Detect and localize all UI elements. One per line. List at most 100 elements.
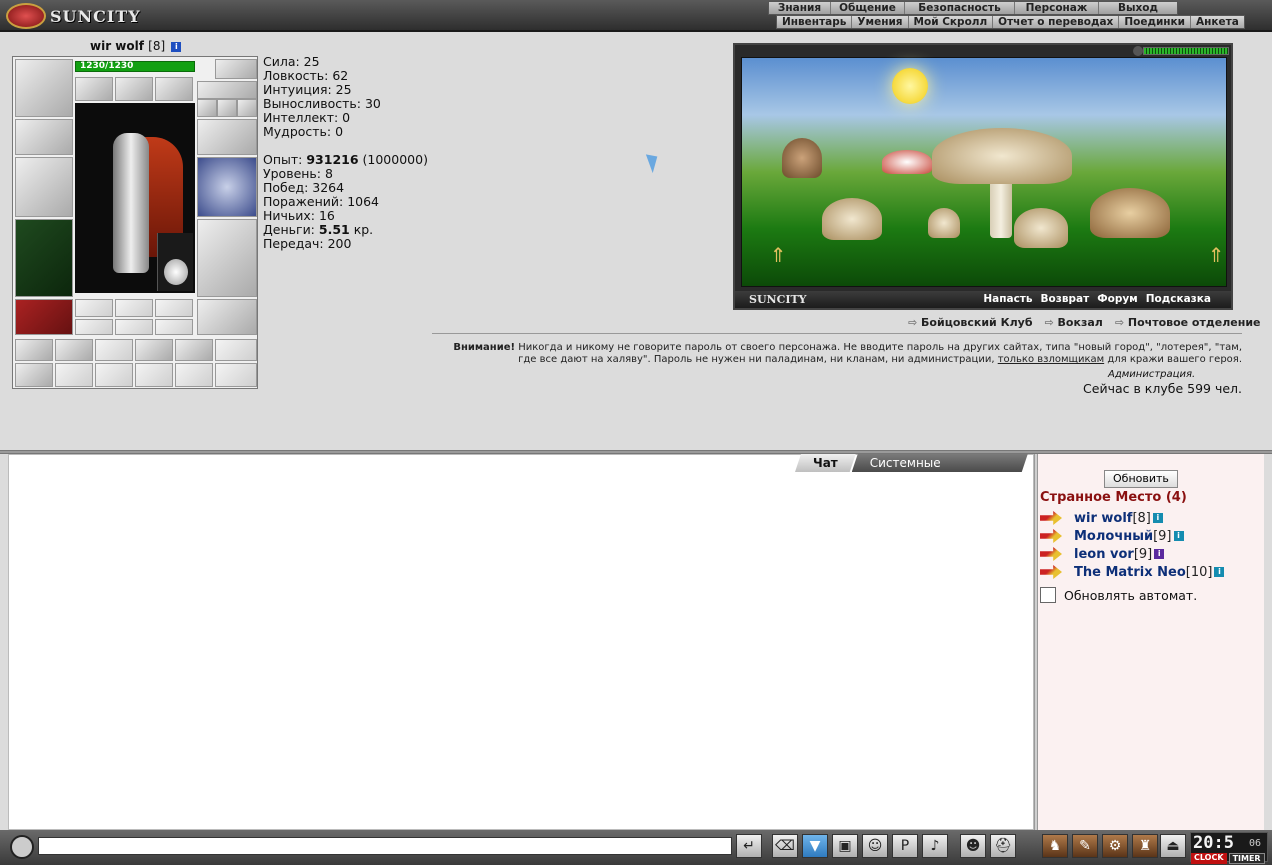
crown-slot[interactable] — [215, 59, 257, 79]
info-icon[interactable]: i — [171, 41, 182, 52]
exit-station[interactable]: Вокзал — [1045, 316, 1103, 329]
big-mushroom-building[interactable] — [932, 128, 1072, 184]
earring-slot[interactable] — [75, 77, 113, 101]
chat-area[interactable] — [8, 454, 1034, 830]
submenu-item-fights[interactable]: Поединки — [1119, 16, 1192, 28]
user-name[interactable]: leon vor — [1074, 547, 1134, 562]
exit-arrow-left-icon[interactable]: ⇑ — [766, 244, 790, 266]
scroll-slot-empty[interactable] — [215, 363, 257, 387]
chat-mode-icon[interactable] — [10, 835, 34, 859]
weapon-slot[interactable] — [15, 157, 73, 217]
scroll-icon[interactable]: ✎ — [1072, 834, 1098, 858]
necklace-slot[interactable] — [115, 77, 153, 101]
smiley-icon[interactable]: ☻ — [960, 834, 986, 858]
scroll-slot-empty[interactable] — [95, 363, 133, 387]
private-message-icon[interactable] — [1040, 565, 1062, 579]
clear-icon[interactable]: ⌫ — [772, 834, 798, 858]
translit-icon[interactable]: P — [892, 834, 918, 858]
helmet-slot[interactable] — [15, 59, 73, 117]
person-icon[interactable]: ☺ — [862, 834, 888, 858]
pet-slot[interactable] — [157, 233, 193, 291]
menu-item-exit[interactable]: Выход — [1099, 2, 1177, 14]
mushroom-house-center[interactable] — [1014, 208, 1068, 248]
submenu-item-skills[interactable]: Умения — [852, 16, 909, 28]
empty-slot[interactable] — [155, 319, 193, 335]
armor-slot[interactable] — [15, 219, 73, 297]
helmet-icon[interactable]: ⛑ — [990, 834, 1016, 858]
scroll-slot[interactable] — [15, 339, 53, 361]
empty-slot[interactable] — [75, 319, 113, 335]
send-icon[interactable]: ↵ — [736, 834, 762, 858]
user-list-item[interactable]: wir wolf [8] i — [1040, 510, 1163, 526]
refresh-button[interactable]: Обновить — [1104, 470, 1178, 488]
clock-label[interactable]: CLOCK — [1191, 853, 1227, 864]
user-list-item[interactable]: Молочный [9] i — [1040, 528, 1184, 544]
return-link[interactable]: Возврат — [1041, 293, 1090, 305]
info-icon[interactable]: i — [1152, 513, 1163, 523]
empty-slot[interactable] — [115, 319, 153, 335]
empty-slot[interactable] — [75, 299, 113, 317]
ring-1-slot[interactable] — [197, 99, 217, 117]
refresh-location-icon[interactable] — [1133, 46, 1143, 56]
exit-post-office[interactable]: Почтовое отделение — [1115, 316, 1261, 329]
exit-fight-club[interactable]: Бойцовский Клуб — [908, 316, 1032, 329]
private-message-icon[interactable] — [1040, 547, 1062, 561]
info-icon[interactable]: i — [1214, 567, 1225, 577]
legs-slot[interactable] — [197, 219, 257, 297]
submenu-item-transfer-report[interactable]: Отчет о переводах — [993, 16, 1120, 28]
user-list-item[interactable]: The Matrix Neo [10] i — [1040, 564, 1225, 580]
sound-icon[interactable]: ♪ — [922, 834, 948, 858]
exit-arrow-right-icon[interactable]: ⇑ — [1204, 244, 1228, 266]
private-message-icon[interactable] — [1040, 511, 1062, 525]
scroll-slot-empty[interactable] — [135, 363, 173, 387]
user-name[interactable]: The Matrix Neo — [1074, 565, 1186, 580]
scroll-slot[interactable] — [15, 363, 53, 387]
amulet-right-slot[interactable] — [197, 81, 257, 99]
mushroom-house-far-left[interactable] — [782, 138, 822, 178]
warning-link[interactable]: только взломщикам — [998, 354, 1104, 365]
save-icon[interactable]: ▣ — [832, 834, 858, 858]
user-name[interactable]: Молочный — [1074, 529, 1153, 544]
scroll-slot[interactable] — [135, 339, 173, 361]
mushroom-house-left[interactable] — [822, 198, 882, 240]
ring-3-slot[interactable] — [237, 99, 257, 117]
attack-link[interactable]: Напасть — [983, 293, 1032, 305]
info-icon[interactable]: i — [1154, 549, 1165, 559]
auto-refresh-checkbox[interactable] — [1040, 587, 1056, 603]
hint-link[interactable]: Подсказка — [1146, 293, 1211, 305]
tab-chat[interactable]: Чат — [795, 454, 856, 472]
chat-input[interactable] — [38, 837, 732, 855]
submenu-item-my-scroll[interactable]: Мой Скролл — [909, 16, 994, 28]
mushroom-house-right[interactable] — [1090, 188, 1170, 238]
submenu-item-profile[interactable]: Анкета — [1191, 16, 1244, 28]
mushroom-sign[interactable] — [928, 208, 960, 238]
menu-item-knowledge[interactable]: Знания — [769, 2, 831, 14]
menu-item-security[interactable]: Безопасность — [905, 2, 1015, 14]
forum-link[interactable]: Форум — [1097, 293, 1138, 305]
tab-system-messages[interactable]: Системные сообщения — [852, 454, 1028, 472]
timer-label[interactable]: TIMER — [1228, 853, 1265, 864]
bracers-slot[interactable] — [15, 119, 73, 155]
boots-slot[interactable] — [197, 299, 257, 335]
private-message-icon[interactable] — [1040, 529, 1062, 543]
scroll-slot-empty[interactable] — [95, 339, 133, 361]
potion-icon[interactable]: ♞ — [1042, 834, 1068, 858]
menu-item-communication[interactable]: Общение — [831, 2, 905, 14]
submenu-item-inventory[interactable]: Инвентарь — [777, 16, 853, 28]
info-icon[interactable]: i — [1173, 531, 1184, 541]
scroll-slot[interactable] — [55, 339, 93, 361]
user-list-item[interactable]: leon vor [9] i — [1040, 546, 1165, 562]
settings-icon[interactable]: ⚙ — [1102, 834, 1128, 858]
red-mushroom-building[interactable] — [882, 150, 932, 174]
belt-slot[interactable] — [15, 299, 73, 335]
scroll-slot-empty[interactable] — [215, 339, 257, 361]
scroll-slot-empty[interactable] — [55, 363, 93, 387]
shield-slot[interactable] — [197, 157, 257, 217]
user-name[interactable]: wir wolf — [1074, 511, 1132, 526]
scroll-slot[interactable] — [175, 339, 213, 361]
ring-slot[interactable] — [155, 77, 193, 101]
lock-icon[interactable]: ♜ — [1132, 834, 1158, 858]
menu-item-character[interactable]: Персонаж — [1015, 2, 1099, 14]
filter-icon[interactable]: ▼ — [802, 834, 828, 858]
scroll-slot-empty[interactable] — [175, 363, 213, 387]
